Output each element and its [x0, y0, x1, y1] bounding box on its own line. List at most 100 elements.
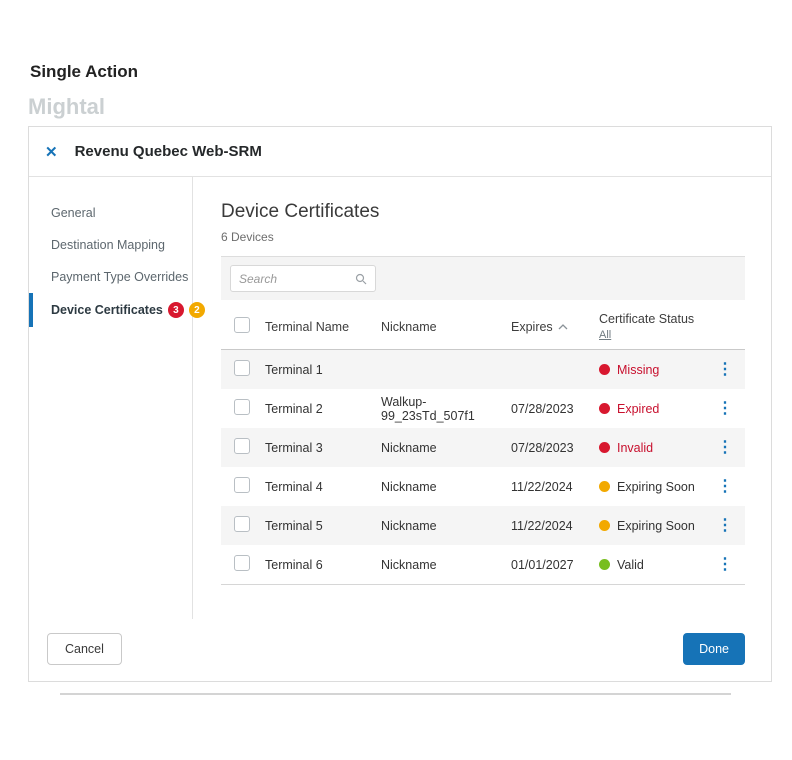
- status-dot-icon: [599, 520, 610, 531]
- certificate-status-cell: Expiring Soon: [599, 480, 717, 494]
- row-actions-menu-icon[interactable]: ⋮: [717, 517, 733, 534]
- status-label: Expiring Soon: [617, 518, 695, 533]
- row-checkbox-cell: [221, 555, 265, 574]
- status-dot-icon: [599, 442, 610, 453]
- certificate-status-cell: Valid: [599, 558, 717, 572]
- sidebar-item-device-certificates[interactable]: Device Certificates 3 2: [29, 293, 205, 327]
- modal-header: ✕ Revenu Quebec Web-SRM: [29, 127, 771, 177]
- row-checkbox[interactable]: [234, 360, 250, 376]
- row-checkbox-cell: [221, 516, 265, 535]
- status-label: Invalid: [617, 440, 654, 455]
- expires-cell: 11/22/2024: [511, 479, 573, 494]
- row-checkbox-cell: [221, 360, 265, 379]
- nickname-cell: Nickname: [381, 440, 437, 455]
- sidebar-item-general[interactable]: General: [29, 197, 192, 229]
- col-status-label: Certificate Status: [599, 312, 695, 326]
- sidebar-item-label: Destination Mapping: [51, 238, 165, 252]
- page-bottom-divider: [60, 693, 731, 695]
- expires-cell: 07/28/2023: [511, 440, 574, 455]
- table-row: Terminal 1 Missing ⋮: [221, 350, 745, 389]
- sort-asc-icon: [558, 323, 568, 329]
- status-label: Expiring Soon: [617, 479, 695, 494]
- modal-content: Device Certificates 6 Devices Terminal N…: [193, 177, 777, 619]
- table-row: Terminal 2 Walkup-99_23sTd_507f1 07/28/202…: [221, 389, 745, 428]
- row-checkbox-cell: [221, 477, 265, 496]
- status-dot-icon: [599, 559, 610, 570]
- certificate-status-cell: Expiring Soon: [599, 519, 717, 533]
- row-actions-cell: ⋮: [717, 478, 745, 495]
- status-dot-icon: [599, 403, 610, 414]
- terminal-name-cell: Terminal 1: [265, 362, 323, 377]
- sidebar-item-payment-type-overrides[interactable]: Payment Type Overrides: [29, 261, 192, 293]
- expires-cell: 11/22/2024: [511, 518, 573, 533]
- page-title: Single Action: [30, 62, 138, 81]
- device-table-body: Terminal 1 Missing ⋮ Terminal 2 Walkup-99_23…: [221, 350, 745, 585]
- search-icon: [355, 273, 367, 284]
- row-checkbox-cell: [221, 399, 265, 418]
- search-input-wrapper: [230, 265, 376, 292]
- col-nickname: Nickname: [381, 319, 437, 334]
- count-badge: 3: [167, 302, 184, 318]
- table-row: Terminal 4 Nickname 11/22/2024 Expiring Soo…: [221, 467, 745, 506]
- row-checkbox[interactable]: [234, 555, 250, 571]
- col-terminal-name: Terminal Name: [265, 319, 350, 334]
- table-header: Terminal Name Nickname Expires Certifica…: [221, 300, 745, 350]
- terminal-name-cell: Terminal 6: [265, 557, 323, 572]
- row-checkbox[interactable]: [234, 516, 250, 532]
- table-row: Terminal 5 Nickname 11/22/2024 Expiring Soo…: [221, 506, 745, 545]
- done-button[interactable]: Done: [683, 633, 745, 665]
- expires-cell: 01/01/2027: [511, 557, 574, 572]
- row-checkbox[interactable]: [234, 399, 250, 415]
- status-dot-icon: [599, 364, 610, 375]
- nickname-cell: Nickname: [381, 557, 437, 572]
- sidebar-item-label: Payment Type Overrides: [51, 270, 189, 284]
- header-checkbox-cell: [221, 317, 265, 336]
- terminal-name-cell: Terminal 4: [265, 479, 323, 494]
- row-actions-menu-icon[interactable]: ⋮: [717, 400, 733, 417]
- sidebar-item-label: General: [51, 206, 96, 220]
- status-label: Expired: [617, 401, 660, 416]
- certificate-status-cell: Missing: [599, 363, 717, 377]
- row-checkbox[interactable]: [234, 477, 250, 493]
- sidebar-item-label: Device Certificates: [51, 303, 163, 317]
- col-expires-sort[interactable]: Expires: [511, 320, 599, 334]
- row-checkbox[interactable]: [234, 438, 250, 454]
- row-actions-cell: ⋮: [717, 556, 745, 573]
- modal-sidebar: General Destination Mapping Payment Type O…: [29, 177, 205, 619]
- col-expires-label: Expires: [511, 319, 553, 334]
- status-label: Missing: [617, 362, 660, 377]
- table-row: Terminal 6 Nickname 01/01/2027 Valid ⋮: [221, 545, 745, 584]
- row-actions-menu-icon[interactable]: ⋮: [717, 478, 733, 495]
- certificate-status-cell: Invalid: [599, 441, 717, 455]
- status-filter-all-link[interactable]: All: [599, 329, 611, 341]
- brand-name: Mightal: [28, 94, 105, 119]
- status-dot-icon: [599, 481, 610, 492]
- terminal-name-cell: Terminal 5: [265, 518, 323, 533]
- row-actions-menu-icon[interactable]: ⋮: [717, 556, 733, 573]
- row-actions-cell: ⋮: [717, 517, 745, 534]
- table-row: Terminal 3 Nickname 07/28/2023 Invalid ⋮: [221, 428, 745, 467]
- terminal-name-cell: Terminal 2: [265, 401, 323, 416]
- col-certificate-status: Certificate Status All: [599, 312, 717, 341]
- row-actions-menu-icon[interactable]: ⋮: [717, 361, 733, 378]
- settings-modal: ✕ Revenu Quebec Web-SRM General Destinati…: [28, 126, 772, 682]
- terminal-name-cell: Terminal 3: [265, 440, 323, 455]
- close-icon[interactable]: ✕: [45, 143, 58, 161]
- certificate-status-cell: Expired: [599, 402, 717, 416]
- cancel-button[interactable]: Cancel: [47, 633, 122, 665]
- search-bar: [221, 256, 745, 300]
- status-label: Valid: [617, 557, 644, 572]
- row-checkbox-cell: [221, 438, 265, 457]
- modal-footer: Cancel Done: [29, 619, 771, 681]
- nickname-cell: Nickname: [381, 479, 437, 494]
- search-input[interactable]: [239, 271, 355, 286]
- select-all-checkbox[interactable]: [234, 317, 250, 333]
- sidebar-item-destination-mapping[interactable]: Destination Mapping: [29, 229, 192, 261]
- row-actions-cell: ⋮: [717, 400, 745, 417]
- device-count: 6 Devices: [221, 230, 274, 244]
- row-actions-menu-icon[interactable]: ⋮: [717, 439, 733, 456]
- nickname-cell: Walkup-99_23sTd_507f1: [381, 394, 475, 423]
- nickname-cell: Nickname: [381, 518, 437, 533]
- expires-cell: 07/28/2023: [511, 401, 574, 416]
- section-heading: Device Certificates: [221, 201, 380, 222]
